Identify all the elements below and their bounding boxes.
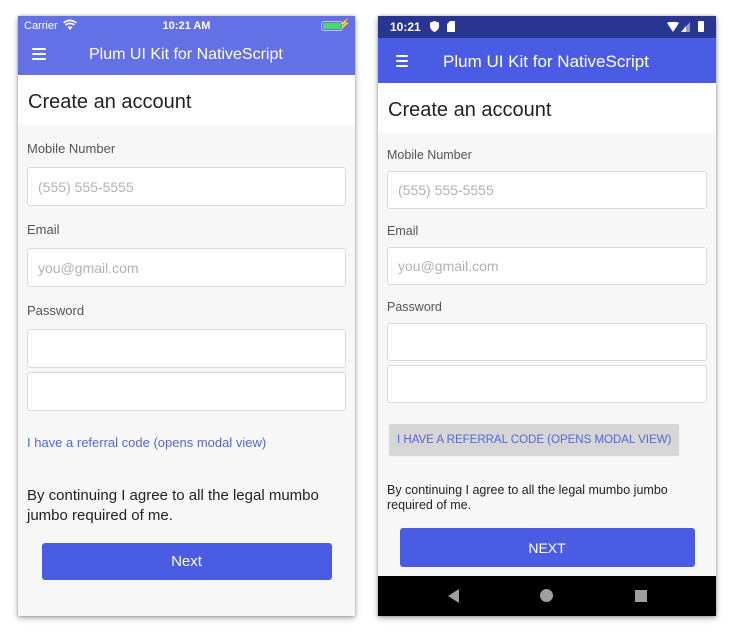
wifi-icon bbox=[667, 22, 679, 32]
mobile-number-label: Mobile Number bbox=[27, 141, 116, 156]
referral-code-link[interactable]: I have a referral code (opens modal view… bbox=[27, 435, 266, 450]
back-icon[interactable] bbox=[448, 589, 459, 603]
hamburger-menu-icon[interactable] bbox=[396, 55, 408, 67]
home-icon[interactable] bbox=[540, 589, 553, 602]
battery-icon bbox=[698, 21, 704, 32]
mobile-number-label: Mobile Number bbox=[387, 148, 472, 162]
password-input[interactable] bbox=[27, 329, 346, 368]
ios-status-bar: Carrier 10:21 AM ⚡ bbox=[18, 16, 355, 36]
nav-title: Plum UI Kit for NativeScript bbox=[443, 52, 649, 71]
confirm-password-input[interactable] bbox=[387, 365, 707, 403]
page-title: Create an account bbox=[28, 91, 192, 113]
ios-content: Create an account Mobile Number Email Pa… bbox=[18, 75, 355, 580]
hamburger-menu-icon[interactable] bbox=[32, 48, 46, 60]
android-status-bar: 10:21 bbox=[378, 16, 716, 38]
next-button[interactable]: Next bbox=[41, 543, 332, 580]
legal-text: By continuing I agree to all the legal m… bbox=[387, 483, 668, 512]
mobile-number-input[interactable] bbox=[387, 171, 707, 209]
referral-code-button[interactable]: I HAVE A REFERRAL CODE (OPENS MODAL VIEW… bbox=[389, 424, 680, 455]
android-system-nav-bar bbox=[378, 576, 716, 616]
page-title: Create an account bbox=[388, 99, 552, 121]
email-input[interactable] bbox=[387, 247, 707, 285]
password-label: Password bbox=[27, 303, 85, 318]
ios-header: Carrier 10:21 AM ⚡ Plum UI Kit for Nativ… bbox=[18, 16, 355, 75]
nav-title: Plum UI Kit for NativeScript bbox=[89, 46, 283, 63]
status-time: 10:21 bbox=[390, 20, 421, 34]
password-input[interactable] bbox=[387, 323, 707, 361]
signup-form: Mobile Number Email Password I HAVE A RE… bbox=[378, 148, 716, 513]
android-screen: 10:21 Plum UI Kit for NativeScript Creat… bbox=[378, 16, 716, 616]
ios-screen: Carrier 10:21 AM ⚡ Plum UI Kit for Nativ… bbox=[18, 16, 355, 616]
android-content: Create an account Mobile Number Email Pa… bbox=[378, 83, 716, 567]
page-title-container: Create an account bbox=[378, 83, 716, 133]
shield-icon bbox=[430, 21, 439, 32]
email-label: Email bbox=[387, 224, 419, 238]
confirm-password-input[interactable] bbox=[27, 372, 346, 411]
status-time: 10:21 AM bbox=[162, 20, 211, 32]
next-button[interactable]: NEXT bbox=[399, 528, 695, 567]
password-label: Password bbox=[387, 300, 442, 314]
charging-icon: ⚡ bbox=[338, 19, 351, 30]
legal-text: By continuing I agree to all the legal m… bbox=[27, 487, 319, 524]
email-input[interactable] bbox=[27, 248, 346, 287]
recents-icon[interactable] bbox=[635, 590, 647, 602]
signup-form: Mobile Number Email Password I have a re… bbox=[18, 141, 355, 526]
email-label: Email bbox=[27, 222, 60, 237]
mobile-number-input[interactable] bbox=[27, 167, 346, 206]
cell-signal-icon bbox=[681, 22, 690, 32]
page-title-container: Create an account bbox=[18, 75, 355, 125]
sd-card-icon bbox=[447, 21, 455, 32]
